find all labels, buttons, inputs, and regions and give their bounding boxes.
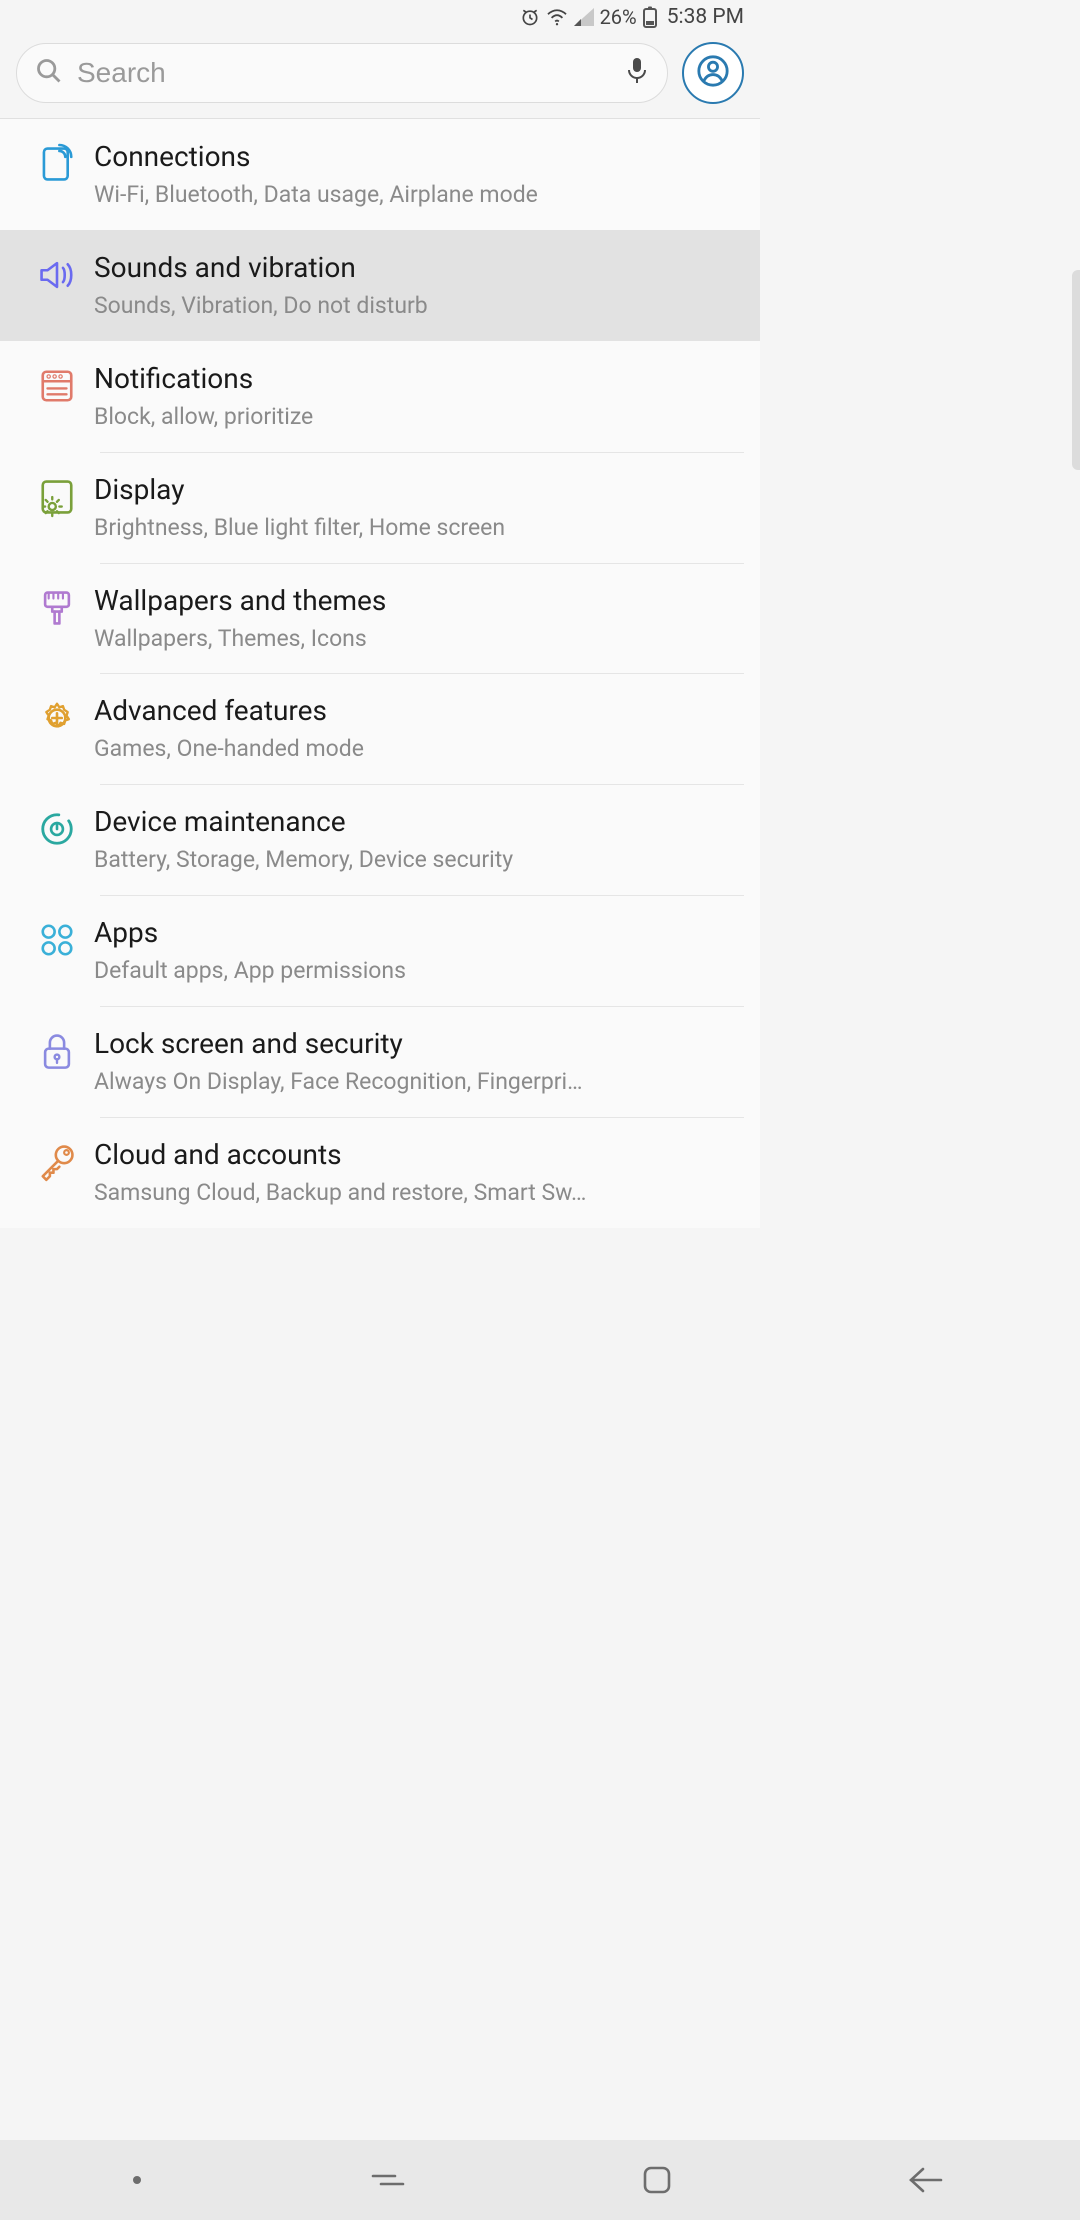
sim-icon xyxy=(20,139,94,183)
settings-item-title: Lock screen and security xyxy=(94,1026,730,1061)
settings-item-subtitle: Games, One-handed mode xyxy=(94,734,730,764)
settings-item-subtitle: Always On Display, Face Recognition, Fin… xyxy=(94,1067,730,1097)
paintbrush-icon xyxy=(20,583,94,627)
settings-item-title: Display xyxy=(94,472,730,507)
scroll-indicator[interactable] xyxy=(1072,270,1080,470)
settings-item-notifications[interactable]: Notifications Block, allow, prioritize xyxy=(0,341,760,452)
settings-item-title: Cloud and accounts xyxy=(94,1137,730,1172)
settings-item-connections[interactable]: Connections Wi-Fi, Bluetooth, Data usage,… xyxy=(0,119,760,230)
settings-item-title: Sounds and vibration xyxy=(94,250,730,285)
settings-item-subtitle: Default apps, App permissions xyxy=(94,956,730,986)
signal-icon xyxy=(574,8,594,26)
recents-button[interactable] xyxy=(366,2158,410,2202)
settings-item-subtitle: Wallpapers, Themes, Icons xyxy=(94,624,730,654)
settings-item-subtitle: Sounds, Vibration, Do not disturb xyxy=(94,291,730,321)
settings-item-cloud[interactable]: Cloud and accounts Samsung Cloud, Backup … xyxy=(0,1117,760,1228)
settings-item-sounds[interactable]: Sounds and vibration Sounds, Vibration, D… xyxy=(0,230,760,341)
display-sun-icon xyxy=(20,472,94,516)
lock-icon xyxy=(20,1026,94,1070)
settings-item-display[interactable]: Display Brightness, Blue light filter, Ho… xyxy=(0,452,760,563)
settings-item-wallpapers[interactable]: Wallpapers and themes Wallpapers, Themes,… xyxy=(0,563,760,674)
clock-time: 5:38 PM xyxy=(667,5,744,29)
settings-item-title: Notifications xyxy=(94,361,730,396)
profile-button[interactable] xyxy=(682,42,744,104)
settings-header xyxy=(0,34,760,119)
key-icon xyxy=(20,1137,94,1181)
battery-icon xyxy=(643,6,657,28)
settings-item-advanced[interactable]: Advanced features Games, One-handed mode xyxy=(0,673,760,784)
settings-item-subtitle: Block, allow, prioritize xyxy=(94,402,730,432)
settings-item-title: Apps xyxy=(94,915,730,950)
apps-grid-icon xyxy=(20,915,94,959)
settings-item-device_maintenance[interactable]: Device maintenance Battery, Storage, Memo… xyxy=(0,784,760,895)
settings-item-subtitle: Battery, Storage, Memory, Device securit… xyxy=(94,845,730,875)
settings-item-subtitle: Wi-Fi, Bluetooth, Data usage, Airplane m… xyxy=(94,180,730,210)
settings-item-apps[interactable]: Apps Default apps, App permissions xyxy=(0,895,760,1006)
nav-bar xyxy=(0,2140,1080,2220)
settings-list: Connections Wi-Fi, Bluetooth, Data usage,… xyxy=(0,119,760,1228)
profile-icon xyxy=(696,54,730,92)
nav-dot xyxy=(133,2176,141,2184)
wifi-icon xyxy=(546,8,568,26)
search-input[interactable] xyxy=(77,57,611,89)
back-button[interactable] xyxy=(904,2158,948,2202)
battery-percent: 26% xyxy=(600,5,637,29)
search-field[interactable] xyxy=(16,43,668,103)
settings-item-lock[interactable]: Lock screen and security Always On Displa… xyxy=(0,1006,760,1117)
settings-item-title: Connections xyxy=(94,139,730,174)
settings-item-subtitle: Brightness, Blue light filter, Home scre… xyxy=(94,513,730,543)
cycle-icon xyxy=(20,804,94,848)
status-bar: 26% 5:38 PM xyxy=(0,0,760,34)
settings-item-title: Wallpapers and themes xyxy=(94,583,730,618)
gear-plus-icon xyxy=(20,693,94,737)
settings-item-title: Device maintenance xyxy=(94,804,730,839)
mic-icon[interactable] xyxy=(625,56,649,90)
home-button[interactable] xyxy=(635,2158,679,2202)
settings-item-subtitle: Samsung Cloud, Backup and restore, Smart… xyxy=(94,1178,730,1208)
alarm-icon xyxy=(520,7,540,27)
settings-item-title: Advanced features xyxy=(94,693,730,728)
notification-panel-icon xyxy=(20,361,94,405)
speaker-icon xyxy=(20,250,94,294)
search-icon xyxy=(35,57,63,89)
